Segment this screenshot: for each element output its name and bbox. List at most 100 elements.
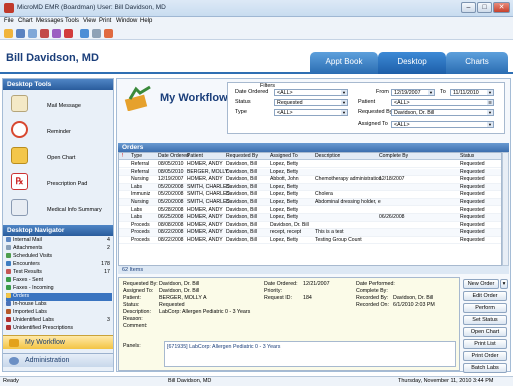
toolbar xyxy=(0,27,513,40)
administration-button[interactable]: Administration xyxy=(3,353,113,367)
lightning-icon[interactable] xyxy=(4,29,13,38)
menu-tools[interactable]: Tools xyxy=(65,18,79,24)
table-row[interactable]: Immuniz 05/20/2008 SMITH, CHARLES Davidson,… xyxy=(119,191,501,199)
menu-print[interactable]: Print xyxy=(99,18,111,24)
nav-faxes-incoming[interactable]: Faxes - Incoming xyxy=(6,285,112,293)
col-requested-by[interactable]: Requested By xyxy=(226,153,258,160)
type-select[interactable]: <ALL> ▼ xyxy=(274,109,348,116)
menu-chart[interactable]: Chart xyxy=(18,18,33,24)
table-row[interactable]: Proceds 08/22/2008 HOMER, ANDY Davidson, Bi… xyxy=(119,237,501,245)
row-status: Requested xyxy=(460,191,485,198)
row-patient: HOMER, ANDY xyxy=(187,237,223,243)
folder-icon[interactable] xyxy=(52,29,61,38)
medical-info-summary-tool[interactable]: Medical Info Summary xyxy=(9,196,109,222)
row-type: Proceds xyxy=(131,221,150,228)
nav-unidentified-labs[interactable]: Unidentified Labs 3 xyxy=(6,317,112,325)
menu-file[interactable]: File xyxy=(4,18,14,24)
new-order-dropdown[interactable]: ▾ xyxy=(500,279,508,289)
nav-orders[interactable]: Orders xyxy=(6,293,112,301)
status-select[interactable]: Requested ▼ xyxy=(274,99,348,106)
close-button[interactable]: ✕ xyxy=(493,2,510,13)
row-assigned-to: Abbott, John xyxy=(270,176,299,183)
nav-attachments[interactable]: Attachments 2 xyxy=(6,245,112,253)
col-assigned-to[interactable]: Assigned To xyxy=(270,153,298,160)
col-priority[interactable]: ! xyxy=(122,153,123,160)
table-row[interactable]: Nursing 05/20/2008 SMITH, CHARLES Davidson,… xyxy=(119,199,501,207)
print-list-button[interactable]: Print List xyxy=(463,339,507,349)
assigned-to-label: Assigned To xyxy=(358,121,388,127)
tab-charts[interactable]: Charts xyxy=(446,52,508,74)
maximize-button[interactable]: □ xyxy=(477,2,492,13)
row-status: Requested xyxy=(460,214,485,221)
nav-test-results[interactable]: Test Results 17 xyxy=(6,269,112,277)
my-workflow-button[interactable]: My Workflow xyxy=(3,335,113,349)
rx-icon[interactable] xyxy=(64,29,73,38)
table-row[interactable]: Proceds 08/08/2008 HOMER, ANDY Davidson, Bi… xyxy=(119,221,501,230)
row-assigned-to: recept, recept xyxy=(270,229,302,236)
nav-label: Test Results xyxy=(13,269,42,275)
dropdown-icon[interactable] xyxy=(16,29,25,38)
rx-icon: ℞ xyxy=(11,173,28,190)
row-date-ordered: 05/20/2008 xyxy=(158,199,184,205)
open-chart-button[interactable]: Open Chart xyxy=(463,327,507,337)
edit-order-button[interactable]: Edit Order xyxy=(463,291,507,301)
reminder-tool[interactable]: Reminder xyxy=(9,118,109,144)
requested-by-select[interactable]: Davidson, Dr. Bill ▼ xyxy=(391,109,494,116)
from-date-field[interactable]: 12/19/2007 ▼ xyxy=(391,89,435,96)
table-row[interactable]: Nursing 12/19/2007 HOMER, ANDY Davidson, Bi… xyxy=(119,176,501,184)
nav-unidentified-prescriptions[interactable]: Unidentified Prescriptions xyxy=(6,325,112,333)
tab-appt-book[interactable]: Appt Book xyxy=(310,52,378,74)
row-requested-by: Davidson, Bill xyxy=(226,221,257,228)
mail-message-tool[interactable]: Mail Message xyxy=(9,92,109,118)
col-status[interactable]: Status xyxy=(460,153,474,160)
nav-faxes-sent[interactable]: Faxes - Sent xyxy=(6,277,112,285)
panels-list[interactable]: [671935] LabCorp: Allergen Pediatric 0 -… xyxy=(164,341,456,367)
menu-messages[interactable]: Messages xyxy=(36,18,63,24)
col-date-ordered[interactable]: Date Ordered xyxy=(158,153,189,160)
vertical-scrollbar[interactable] xyxy=(502,152,509,266)
table-row[interactable]: Labs 05/20/2008 SMITH, CHARLES Davidson, Bi… xyxy=(119,183,501,192)
to-date-field[interactable]: 11/11/2010 ▼ xyxy=(450,89,494,96)
table-row[interactable]: Labs 05/28/2008 HOMER, ANDY Davidson, Bill L… xyxy=(119,206,501,214)
col-description[interactable]: Description xyxy=(315,153,340,160)
new-order-button[interactable]: New Order xyxy=(463,279,499,289)
perform-button[interactable]: Perform xyxy=(463,303,507,313)
flask-icon xyxy=(6,317,11,323)
patient-field[interactable]: <ALL> ☰ xyxy=(391,99,494,106)
assigned-to-select[interactable]: <ALL> ▼ xyxy=(391,121,494,128)
col-complete-by[interactable]: Complete By xyxy=(379,153,408,160)
open-chart-tool[interactable]: Open Chart xyxy=(9,144,109,170)
print-order-button[interactable]: Print Order xyxy=(463,351,507,361)
menu-window[interactable]: Window xyxy=(116,18,137,24)
clock-icon xyxy=(11,121,28,138)
table-row[interactable]: Labs 06/25/2008 HOMER, ANDY Davidson, Bill L… xyxy=(119,214,501,222)
nav-in-house-labs[interactable]: In-house Labs xyxy=(6,301,112,309)
panel-item[interactable]: [671935] LabCorp: Allergen Pediatric 0 -… xyxy=(167,344,280,350)
speaker-icon[interactable] xyxy=(104,29,113,38)
row-patient: HOMER, ANDY xyxy=(187,206,223,213)
table-row[interactable]: Proceds 08/22/2008 HOMER, ANDY Davidson, Bi… xyxy=(119,229,501,237)
nav-imported-labs[interactable]: Imported Labs xyxy=(6,309,112,317)
grid-icon[interactable] xyxy=(28,29,37,38)
prescription-pad-tool[interactable]: ℞ Prescription Pad xyxy=(9,170,109,196)
minimize-button[interactable]: – xyxy=(461,2,476,13)
table-row[interactable]: Referral 08/05/2010 HOMER, ANDY Davidson, B… xyxy=(119,161,501,169)
menu-view[interactable]: View xyxy=(83,18,96,24)
lock-icon[interactable] xyxy=(92,29,101,38)
refresh-icon[interactable] xyxy=(80,29,89,38)
col-type[interactable]: Type xyxy=(131,153,142,160)
date-ordered-select[interactable]: <ALL> ▼ xyxy=(274,89,348,96)
row-patient: BERGER, MOLLY xyxy=(187,168,229,175)
calendar-icon[interactable] xyxy=(40,29,49,38)
chevron-down-icon: ▼ xyxy=(341,90,347,95)
tab-desktop[interactable]: Desktop xyxy=(378,52,446,74)
nav-encounters[interactable]: Encounters 178 xyxy=(6,261,112,269)
nav-count: 4 xyxy=(107,237,110,243)
table-row[interactable]: Referral 08/05/2010 BERGER, MOLLY Davidson,… xyxy=(119,168,501,176)
nav-scheduled-visits[interactable]: Scheduled Visits xyxy=(6,253,112,261)
nav-internal-mail[interactable]: Internal Mail 4 xyxy=(6,237,112,245)
menu-help[interactable]: Help xyxy=(140,18,152,24)
set-status-button[interactable]: Set Status xyxy=(463,315,507,325)
col-patient[interactable]: Patient xyxy=(187,153,203,160)
batch-labs-button[interactable]: Batch Labs xyxy=(463,363,507,373)
